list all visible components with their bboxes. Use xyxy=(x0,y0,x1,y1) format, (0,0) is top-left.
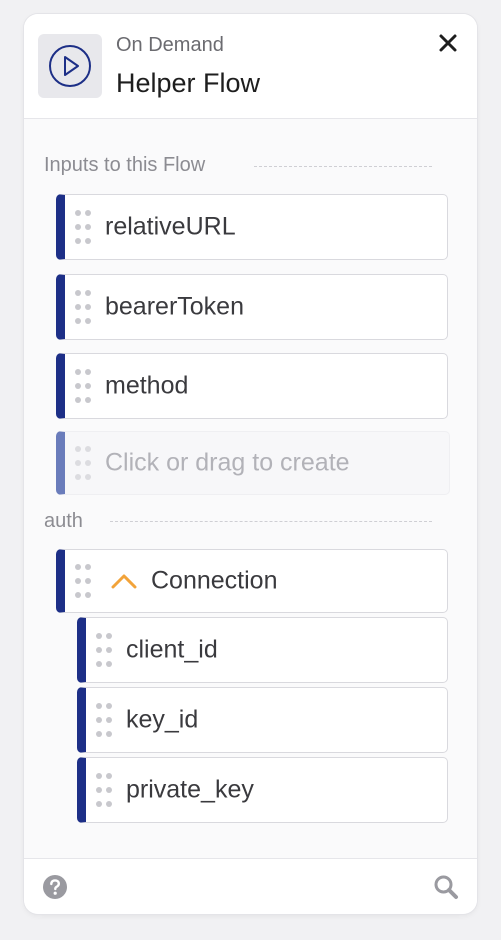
drag-handle-icon[interactable] xyxy=(96,633,112,667)
chevron-up-icon[interactable] xyxy=(109,571,139,591)
create-input-placeholder: Click or drag to create xyxy=(105,448,350,477)
help-button[interactable] xyxy=(42,874,68,900)
flow-panel: On Demand Helper Flow Inputs to this Flo… xyxy=(24,14,477,914)
input-item-bearertoken[interactable]: bearerToken xyxy=(56,274,448,340)
panel-header: On Demand Helper Flow xyxy=(24,14,477,119)
child-item-client-id[interactable]: client_id xyxy=(77,617,448,683)
group-item-label: Connection xyxy=(151,566,278,595)
flow-title: Helper Flow xyxy=(116,68,261,98)
play-circle-icon xyxy=(38,34,102,98)
child-item-label: private_key xyxy=(126,775,254,804)
input-item-relativeurl[interactable]: relativeURL xyxy=(56,194,448,260)
inputs-section-label: Inputs to this Flow xyxy=(44,154,206,176)
search-button[interactable] xyxy=(433,874,459,900)
drag-handle-icon[interactable] xyxy=(75,369,91,403)
input-item-method[interactable]: method xyxy=(56,353,448,419)
input-item-label: method xyxy=(105,371,189,400)
drag-handle-icon[interactable] xyxy=(96,703,112,737)
drag-handle-icon[interactable] xyxy=(75,290,91,324)
drag-handle-icon xyxy=(75,446,91,480)
help-circle-icon xyxy=(43,875,67,899)
child-item-label: key_id xyxy=(126,705,199,734)
panel-footer xyxy=(24,858,477,914)
close-button[interactable] xyxy=(433,28,463,58)
input-item-label: relativeURL xyxy=(105,212,236,241)
child-item-key-id[interactable]: key_id xyxy=(77,687,448,753)
drag-handle-icon[interactable] xyxy=(75,564,91,598)
child-item-private-key[interactable]: private_key xyxy=(77,757,448,823)
group-item-connection[interactable]: Connection xyxy=(56,549,448,613)
child-item-label: client_id xyxy=(126,635,218,664)
search-icon xyxy=(434,875,458,899)
create-input-dropzone[interactable]: Click or drag to create xyxy=(56,431,450,495)
section-divider xyxy=(110,521,432,522)
drag-handle-icon[interactable] xyxy=(75,210,91,244)
auth-section-label: auth xyxy=(44,510,83,532)
close-icon xyxy=(439,34,457,52)
section-divider xyxy=(254,166,432,167)
flow-trigger-type: On Demand xyxy=(116,34,224,56)
input-item-label: bearerToken xyxy=(105,292,244,321)
drag-handle-icon[interactable] xyxy=(96,773,112,807)
